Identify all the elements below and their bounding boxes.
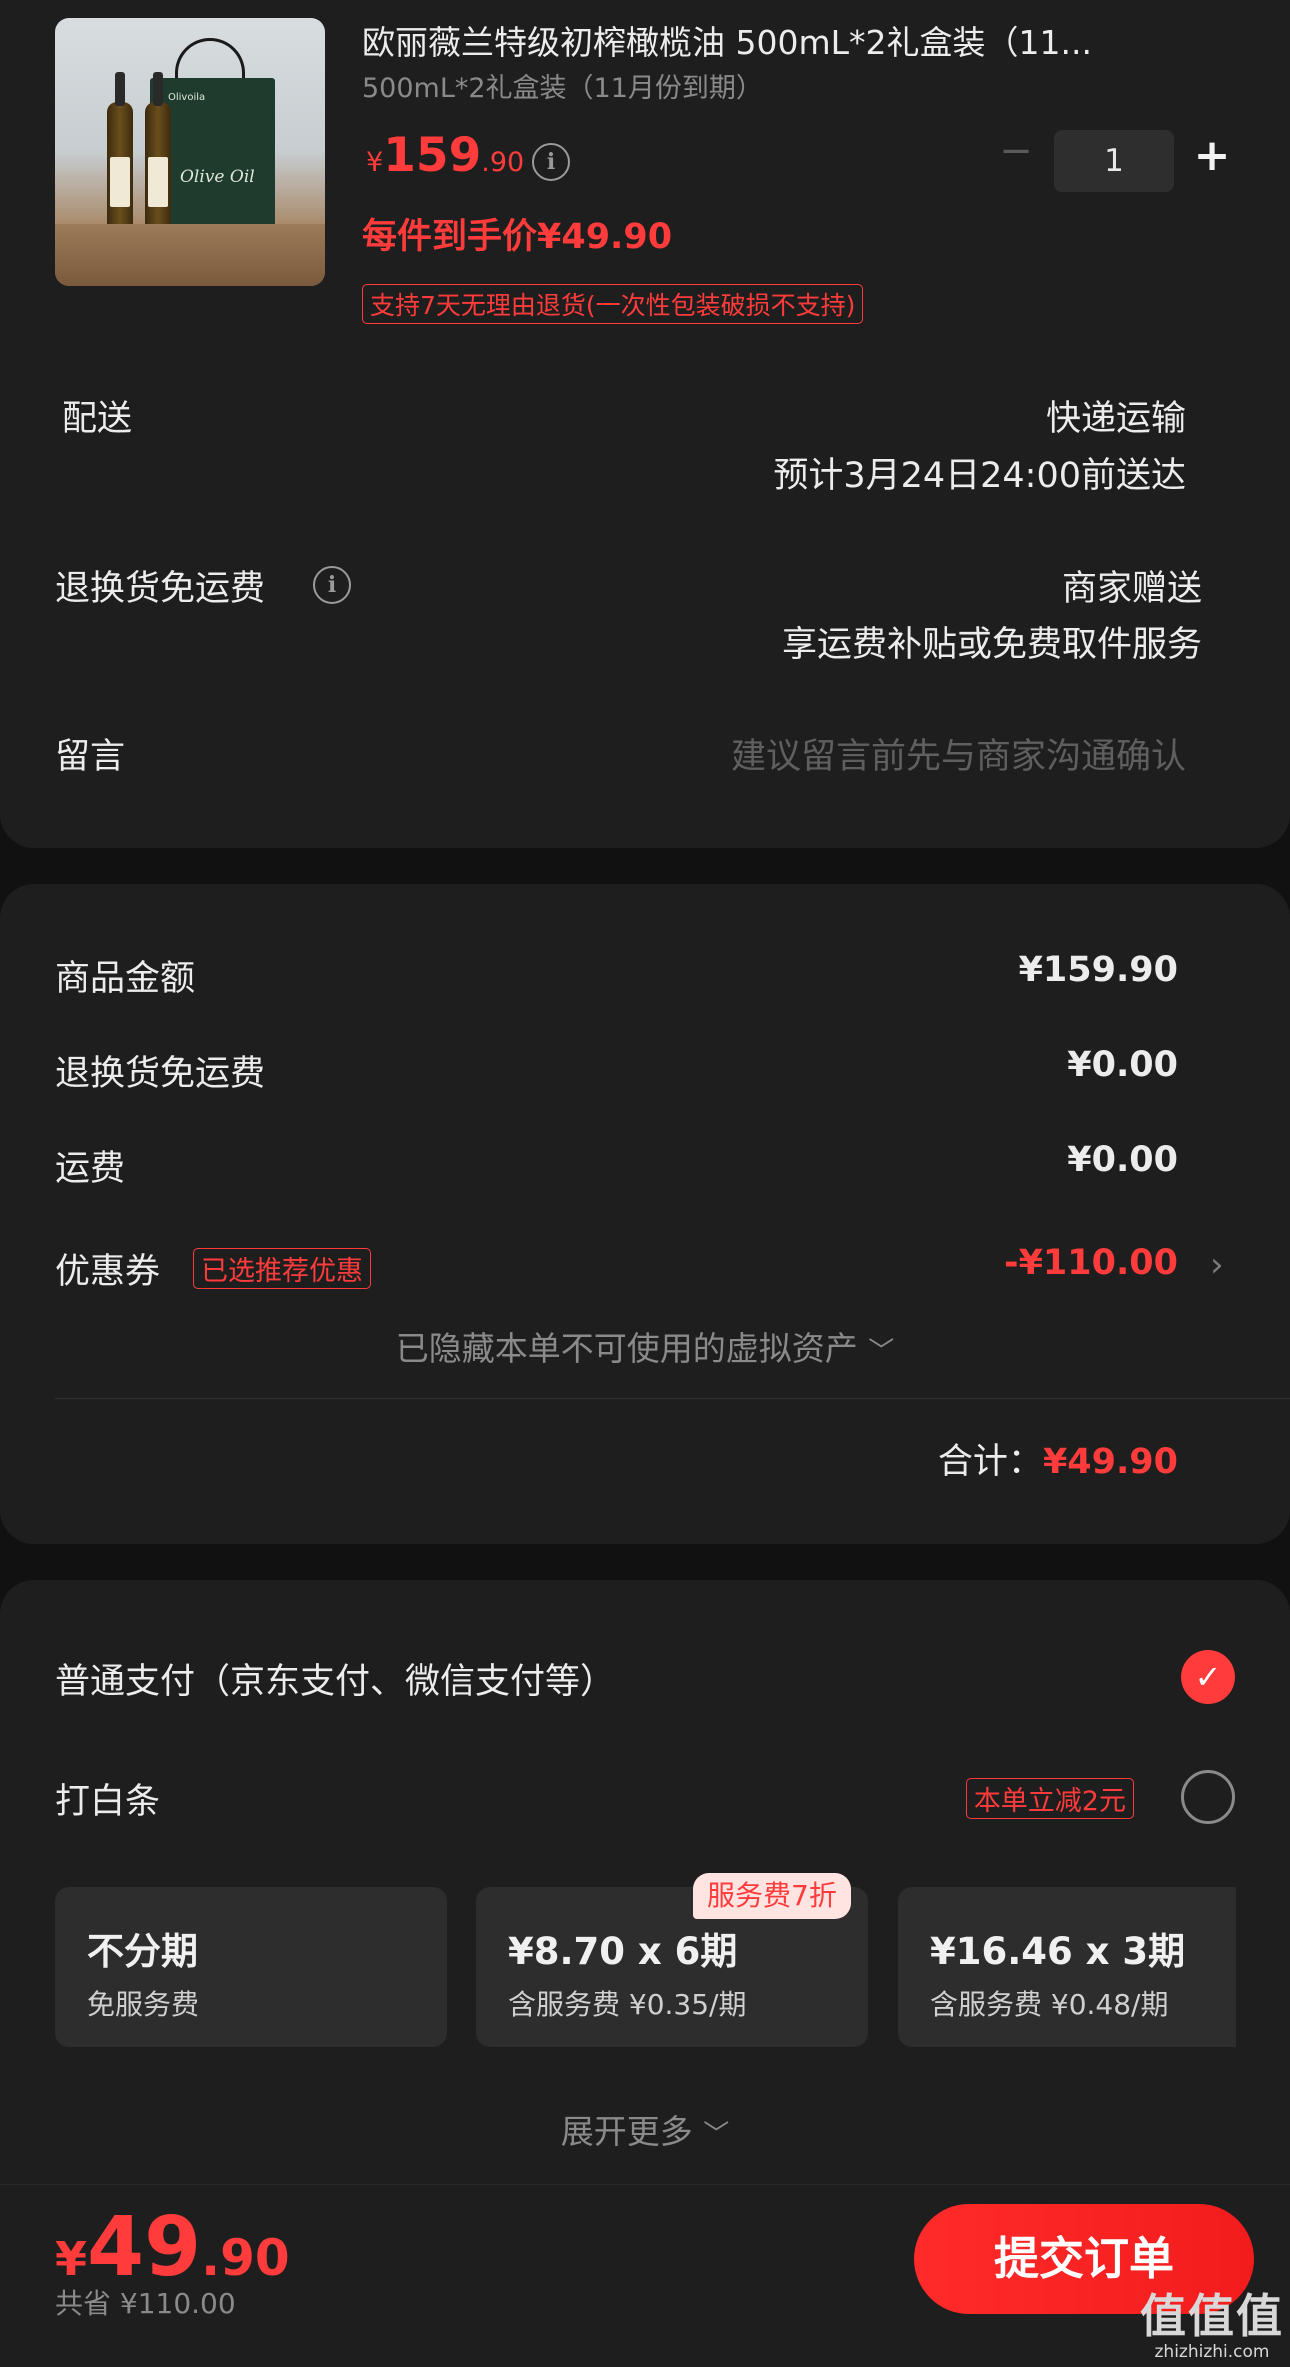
- footer-integer: 49: [87, 2200, 202, 2295]
- watermark-url: zhizhizhi.com: [1154, 2342, 1270, 2362]
- total-label: 合计：: [937, 1442, 1043, 1482]
- return-policy-tag: 支持7天无理由退货(一次性包装破损不支持): [362, 284, 864, 324]
- installment-fee: 含服务费 ¥0.48/期: [930, 1988, 1169, 2021]
- watermark: 值值值 zhizhizhi.com: [1140, 2280, 1284, 2362]
- info-icon[interactable]: i: [313, 566, 351, 604]
- watermark-logo: 值值值: [1140, 2289, 1284, 2343]
- divider: [55, 1398, 1290, 1399]
- chevron-down-icon: ﹀: [868, 1337, 895, 1367]
- return-shipping-desc: 享运费补贴或免费取件服务: [781, 625, 1202, 665]
- saved-amount: 共省 ¥110.00: [55, 2287, 236, 2320]
- installment-option[interactable]: 不分期 免服务费: [55, 1887, 447, 2047]
- coupon-label: 优惠券: [55, 1252, 161, 1292]
- hidden-assets-text: 已隐藏本单不可使用的虚拟资产: [395, 1329, 858, 1368]
- total-row: 合计：¥49.90: [938, 1433, 1178, 1484]
- goods-amount-value: ¥159.90: [1018, 950, 1178, 990]
- baitiao-radio[interactable]: [1181, 1770, 1235, 1824]
- chevron-right-icon[interactable]: ›: [1210, 1245, 1224, 1285]
- installment-title: 不分期: [87, 1930, 198, 1973]
- baitiao-label[interactable]: 打白条: [55, 1773, 160, 1824]
- price-decimal: .90: [481, 147, 525, 178]
- product-image[interactable]: Olivoila Olive Oil: [55, 18, 325, 286]
- goods-amount-label: 商品金额: [55, 959, 196, 999]
- return-fee-label: 退换货免运费: [55, 1054, 266, 1094]
- price-currency: ¥: [366, 147, 384, 178]
- shipping-label: 运费: [55, 1149, 126, 1189]
- product-title[interactable]: 欧丽薇兰特级初榨橄榄油 500mL*2礼盒装（11...: [362, 16, 1232, 64]
- delivery-method[interactable]: 快递运输: [1046, 390, 1186, 441]
- installment-title: ¥8.70 x 6期: [508, 1930, 738, 1973]
- table-surface: [55, 224, 325, 286]
- baitiao-discount-tag: 本单立减2元: [965, 1778, 1134, 1819]
- decrease-quantity-button[interactable]: −: [998, 131, 1034, 171]
- installment-fee: 免服务费: [87, 1988, 200, 2021]
- footer-currency: ¥: [55, 2232, 88, 2286]
- price-integer: 159: [383, 128, 482, 183]
- normal-payment-label[interactable]: 普通支付（京东支付、微信支付等）: [55, 1653, 615, 1704]
- expand-more-text: 展开更多: [560, 2112, 693, 2151]
- quantity-input[interactable]: 1: [1054, 130, 1174, 192]
- delivery-label: 配送: [62, 399, 133, 439]
- box-label: Olive Oil: [180, 167, 255, 187]
- message-label: 留言: [55, 737, 126, 777]
- message-input[interactable]: 建议留言前先与商家沟通确认: [731, 728, 1186, 779]
- order-confirm-page: Olivoila Olive Oil 欧丽薇兰特级初榨橄榄油 500mL*2礼盒…: [0, 0, 1290, 2367]
- coupon-tag: 已选推荐优惠: [193, 1248, 371, 1289]
- chevron-down-icon: ﹀: [703, 2120, 730, 2150]
- shipping-value: ¥0.00: [1067, 1140, 1178, 1180]
- unit-price: 每件到手价¥49.90: [362, 217, 673, 257]
- product-spec[interactable]: 500mL*2礼盒装（11月份到期）: [362, 66, 763, 105]
- delivery-eta: 预计3月24日24:00前送达: [773, 456, 1186, 496]
- hidden-assets-toggle[interactable]: 已隐藏本单不可使用的虚拟资产 ﹀: [0, 1322, 1290, 1370]
- coupon-value[interactable]: -¥110.00: [1004, 1243, 1178, 1283]
- return-shipping-label: 退换货免运费: [55, 569, 266, 609]
- total-value: ¥49.90: [1042, 1442, 1178, 1482]
- installment-title: ¥16.46 x 3期: [930, 1930, 1186, 1973]
- return-fee-value: ¥0.00: [1067, 1045, 1178, 1085]
- installment-fee: 含服务费 ¥0.35/期: [508, 1988, 747, 2021]
- footer-total: ¥49.90: [55, 2200, 290, 2295]
- info-icon[interactable]: i: [532, 143, 570, 181]
- product-price: ¥159.90: [366, 128, 524, 183]
- return-shipping-value: 商家赠送: [1061, 569, 1202, 609]
- brand-logo: Olivoila: [168, 92, 206, 103]
- expand-more-button[interactable]: 展开更多 ﹀: [0, 2105, 1290, 2153]
- increase-quantity-button[interactable]: +: [1192, 134, 1232, 178]
- service-fee-discount-badge: 服务费7折: [693, 1873, 851, 1919]
- checkmark-icon[interactable]: ✓: [1181, 1650, 1235, 1704]
- installment-option[interactable]: ¥16.46 x 3期 含服务费 ¥0.48/期: [898, 1887, 1236, 2047]
- footer-decimal: .90: [201, 2229, 290, 2287]
